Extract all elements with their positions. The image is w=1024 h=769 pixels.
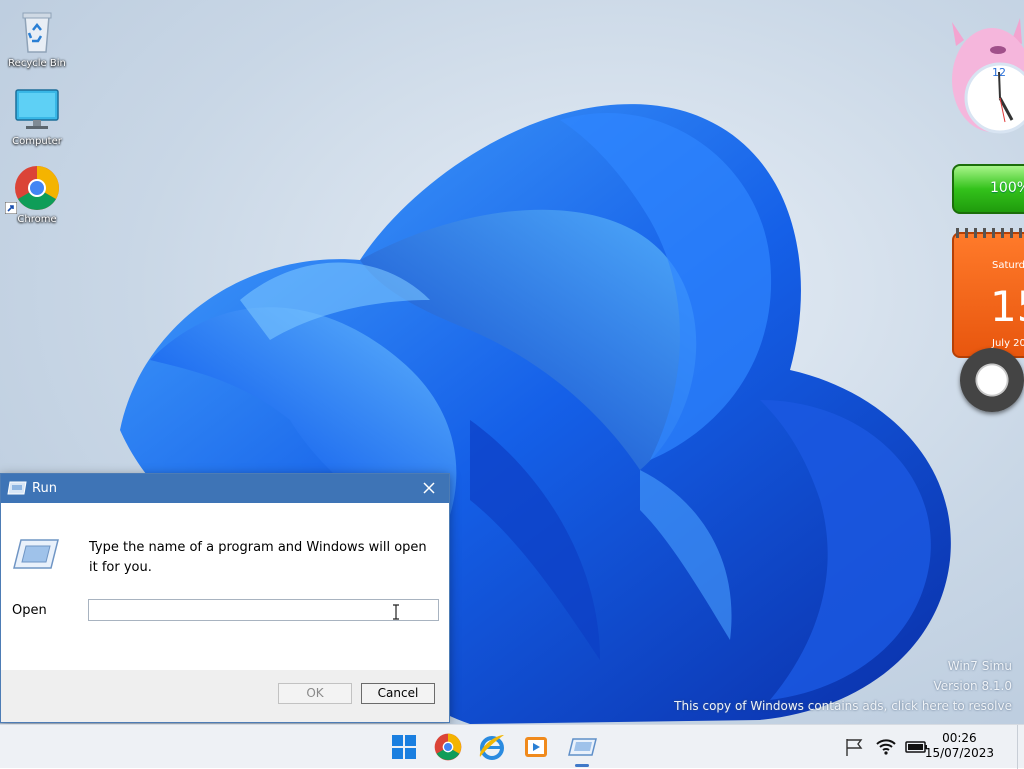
clock-date: 15/07/2023 — [924, 746, 994, 760]
calendar-gadget[interactable]: Saturday 15 July 20 — [952, 228, 1024, 358]
start-button[interactable] — [388, 731, 420, 763]
windows-logo-icon — [392, 735, 416, 759]
desktop-icon-computer[interactable]: Computer — [0, 86, 74, 147]
taskbar-media-player[interactable] — [520, 731, 552, 763]
calendar-month-year: July 20 — [992, 338, 1024, 349]
run-dialog-titlebar[interactable]: Run — [1, 474, 449, 503]
open-field[interactable] — [88, 599, 439, 621]
taskbar-run[interactable] — [566, 731, 598, 767]
close-icon — [423, 482, 435, 494]
desktop-icon-label: Chrome — [17, 214, 57, 225]
close-button[interactable] — [409, 474, 449, 503]
run-dialog: Run Type the name of a program and Windo… — [0, 473, 450, 723]
clock-gadget[interactable]: 12 — [942, 10, 1024, 140]
run-program-icon — [13, 539, 59, 569]
battery-percent: 100% — [990, 180, 1024, 196]
desktop-icon-label: Recycle Bin — [8, 58, 66, 69]
battery-gadget[interactable]: 100% — [952, 164, 1024, 214]
watermark-line: Win7 Simu — [947, 659, 1012, 673]
run-description: Type the name of a program and Windows w… — [89, 540, 427, 575]
calendar-day-number: 15 — [990, 282, 1024, 331]
watermark-line: Version 8.1.0 — [933, 679, 1012, 693]
desktop-icon-label: Computer — [12, 136, 62, 147]
wifi-icon[interactable] — [875, 737, 897, 757]
run-dialog-footer: OK Cancel — [1, 670, 449, 722]
monitor-icon — [13, 86, 61, 134]
taskbar-chrome[interactable] — [432, 731, 464, 763]
dial-gadget[interactable] — [960, 348, 1024, 412]
watermark-line: This copy of Windows contains ads, click… — [674, 699, 1012, 713]
desktop-icon-recycle-bin[interactable]: Recycle Bin — [0, 8, 74, 69]
activation-watermark[interactable]: Win7 Simu Version 8.1.0 This copy of Win… — [674, 656, 1012, 716]
pig-clock-icon: 12 — [952, 18, 1024, 134]
flag-icon[interactable] — [844, 737, 866, 757]
taskbar: 00:26 15/07/2023 — [0, 724, 1024, 769]
text-cursor-icon — [393, 604, 399, 620]
run-dialog-title: Run — [32, 481, 57, 496]
calendar-rings-icon — [956, 228, 1024, 238]
run-icon — [568, 738, 597, 756]
ok-button[interactable]: OK — [278, 683, 352, 704]
cancel-button[interactable]: Cancel — [361, 683, 435, 704]
taskbar-internet-explorer[interactable] — [476, 731, 508, 763]
ie-icon — [479, 735, 504, 760]
shortcut-arrow-icon — [5, 202, 17, 214]
chrome-icon — [5, 164, 61, 214]
desktop: Recycle Bin Computer Chrome 100 Saturd 1… — [0, 0, 1024, 724]
clock-time: 00:26 — [942, 731, 977, 745]
recycle-bin-icon — [13, 8, 61, 56]
calendar-day-name: Saturday — [992, 260, 1024, 271]
show-desktop-button[interactable] — [1017, 725, 1024, 769]
taskbar-clock[interactable]: 00:26 15/07/2023 — [925, 731, 994, 761]
chrome-icon — [434, 733, 462, 761]
open-label: Open — [12, 603, 47, 618]
run-icon — [7, 481, 27, 495]
media-player-icon — [525, 737, 547, 757]
desktop-icon-chrome[interactable]: Chrome — [0, 164, 74, 225]
